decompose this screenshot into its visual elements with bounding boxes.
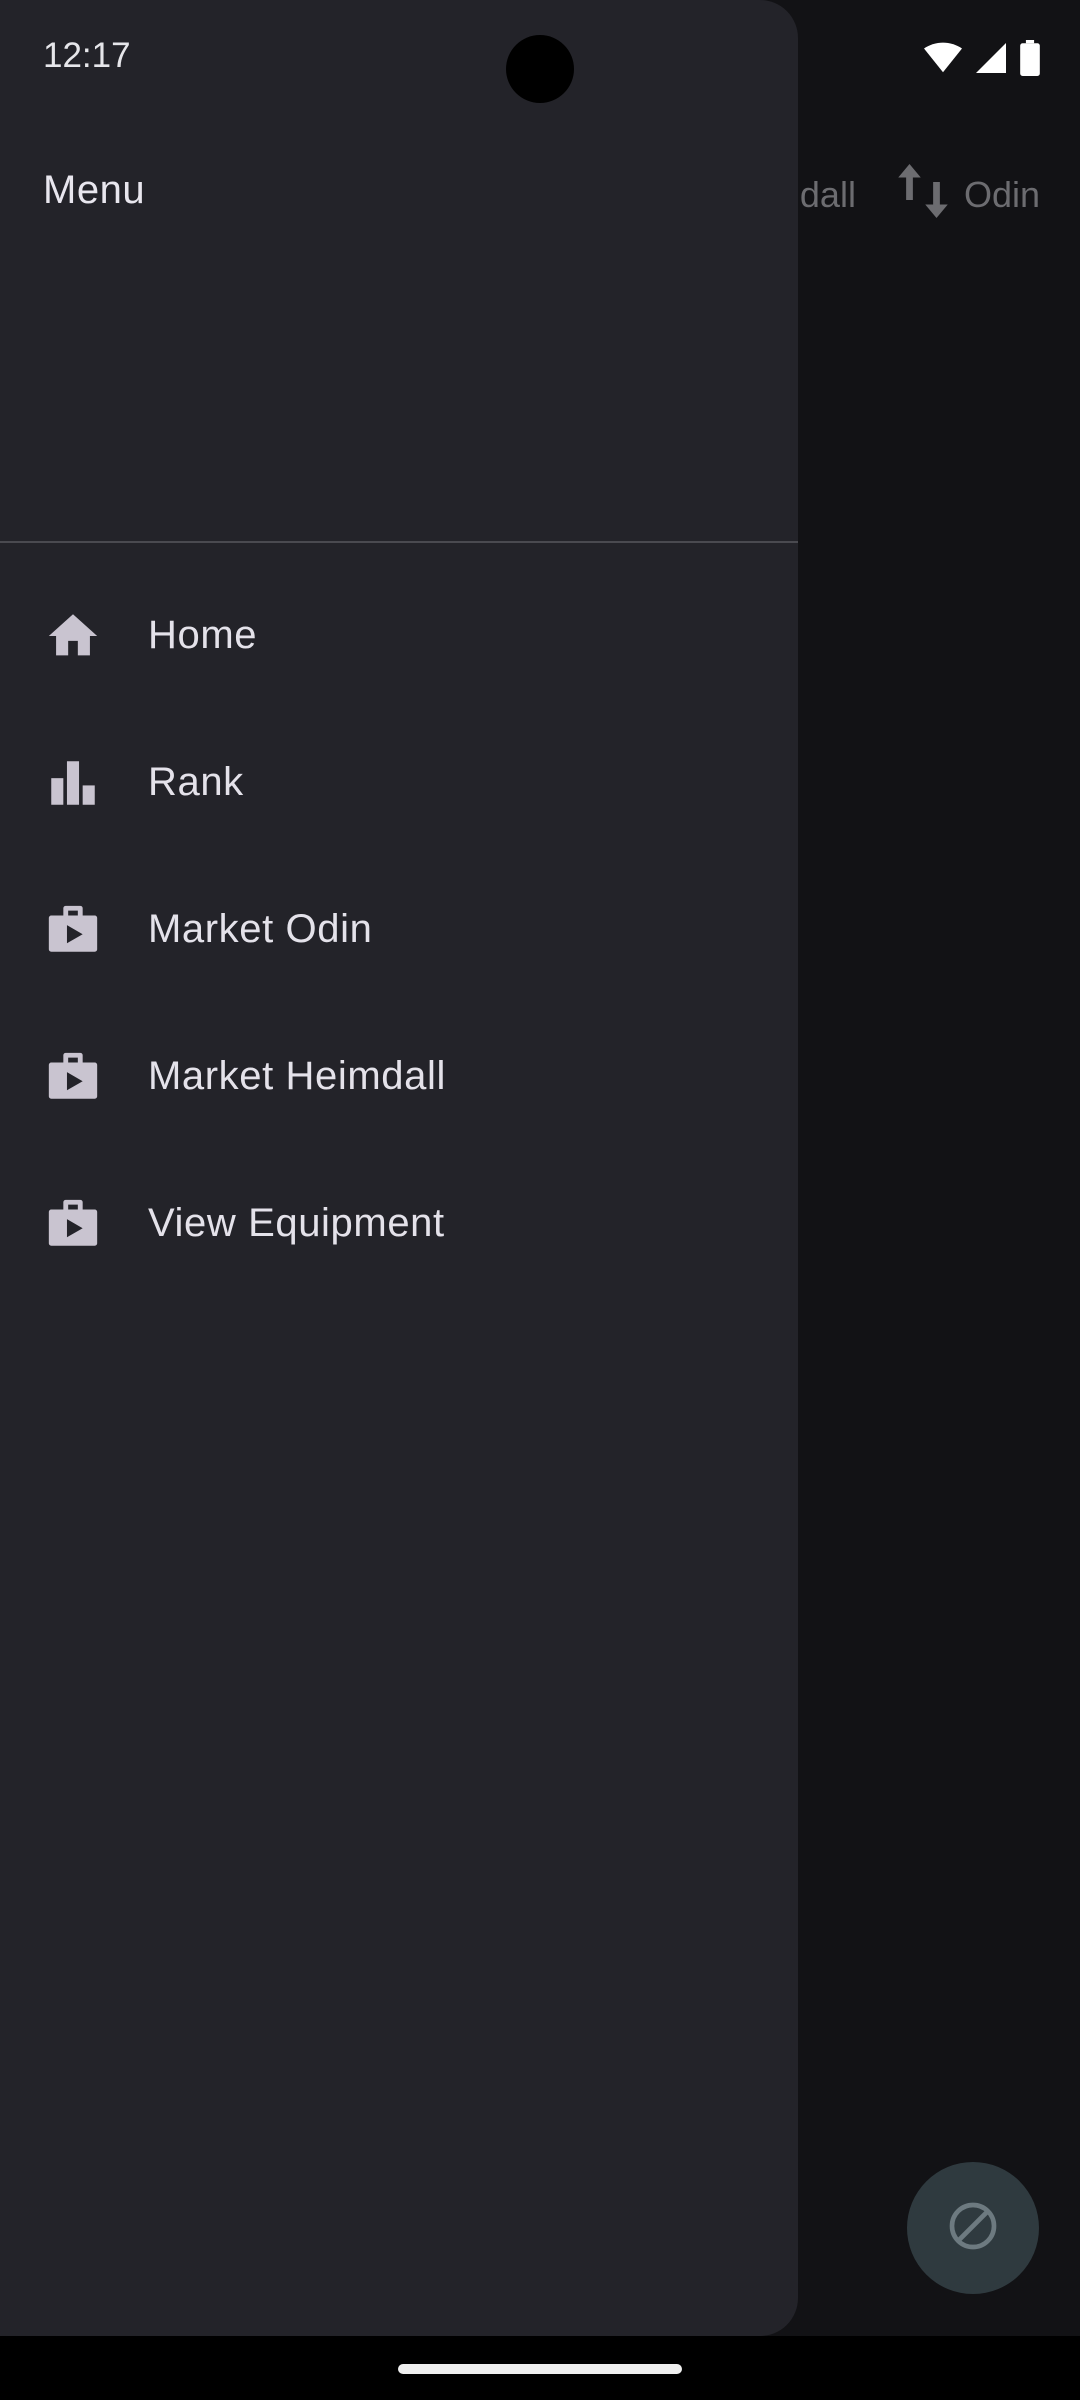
camera-cutout — [506, 35, 574, 103]
swap-market-label: Odin — [963, 174, 1040, 215]
status-icons — [924, 40, 1040, 76]
swap-vert-icon — [896, 159, 950, 232]
block-icon — [945, 2198, 1001, 2259]
shop-icon — [44, 901, 102, 959]
navigation-drawer: Menu Home Rank Market Odin Market Heimda… — [0, 0, 798, 2336]
home-icon — [44, 607, 102, 665]
drawer-nav-list: Home Rank Market Odin Market Heimdall Vi… — [0, 562, 798, 1297]
shop-icon — [44, 1195, 102, 1253]
drawer-item-market-heimdall[interactable]: Market Heimdall — [0, 1003, 798, 1150]
drawer-item-view-equipment[interactable]: View Equipment — [0, 1150, 798, 1297]
bar-chart-icon — [44, 754, 102, 812]
drawer-item-rank[interactable]: Rank — [0, 709, 798, 856]
drawer-title: Menu — [43, 168, 146, 212]
drawer-item-market-odin[interactable]: Market Odin — [0, 856, 798, 1003]
background-toolbar: dall Odin — [800, 150, 1080, 240]
drawer-item-label: Home — [148, 613, 258, 657]
background-heimdall-label: dall — [799, 174, 856, 215]
shop-icon — [44, 1048, 102, 1106]
status-bar: 12:17 — [0, 0, 1080, 120]
drawer-item-home[interactable]: Home — [0, 562, 798, 709]
drawer-item-label: View Equipment — [148, 1201, 445, 1245]
background-heimdall-action[interactable]: dall — [800, 174, 896, 216]
signal-icon — [976, 42, 1006, 74]
block-fab-button[interactable] — [907, 2162, 1039, 2294]
status-time: 12:17 — [43, 36, 131, 75]
drawer-item-label: Market Odin — [148, 907, 373, 951]
drawer-item-label: Market Heimdall — [148, 1054, 446, 1098]
screen: dall Odin 12:17 Menu Home Rank Market Od… — [0, 0, 1080, 2400]
swap-market-button[interactable]: Odin — [896, 159, 1080, 232]
drawer-item-label: Rank — [148, 760, 244, 804]
wifi-icon — [924, 42, 962, 74]
battery-icon — [1020, 40, 1040, 76]
home-gesture-handle[interactable] — [398, 2364, 682, 2374]
